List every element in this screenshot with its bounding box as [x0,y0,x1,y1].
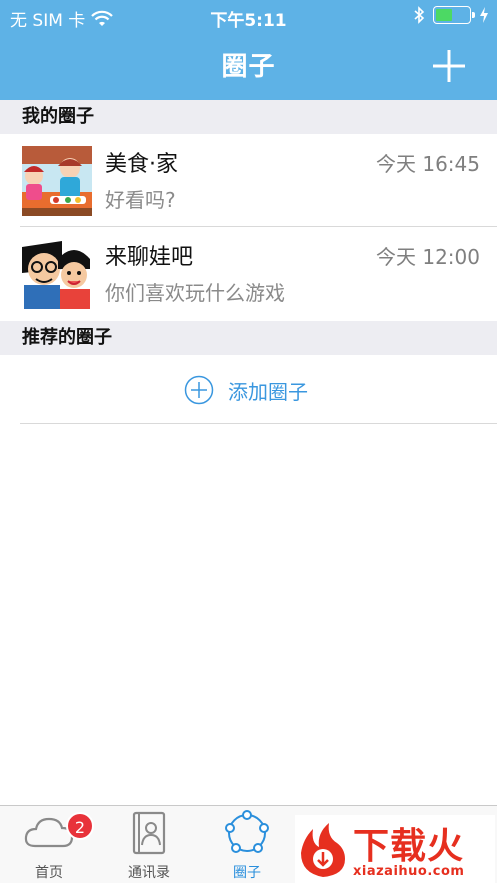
circle-last-message: 好看吗? [105,188,176,212]
circle-avatar [22,239,92,309]
contacts-book-icon [132,811,166,855]
notification-badge: 2 [66,812,94,840]
watermark-subtitle: xiazaihuo.com [353,864,465,879]
tab-label: 通讯录 [128,865,170,881]
add-circle-row[interactable]: 添加圈子 [0,356,497,424]
circle-row-meishi[interactable]: 美食·家 今天 16:45 好看吗? [0,134,497,227]
circle-name: 来聊娃吧 [105,245,194,270]
section-header-my-circles: 我的圈子 [0,100,497,134]
flame-logo-icon [301,823,345,877]
battery-level [436,9,452,21]
watermark: 下载火 xiazaihuo.com [295,815,495,883]
status-bar: 无 SIM 卡 下午5:11 [0,0,497,34]
tab-label: 圈子 [233,865,261,881]
tab-home[interactable]: 2 首页 [4,806,94,883]
watermark-title: 下载火 [353,826,465,867]
circle-time: 今天 16:45 [376,152,480,176]
status-indicators [413,6,489,24]
circle-ring-icon [225,810,269,853]
circle-name: 美食·家 [105,152,178,177]
add-circle-button[interactable] [431,48,467,84]
tab-label: 首页 [35,865,63,881]
navigation-header: 无 SIM 卡 下午5:11 圈子 [0,0,497,100]
section-header-recommended: 推荐的圈子 [0,321,497,355]
charging-icon [480,7,488,23]
row-divider [20,423,497,424]
bluetooth-icon [414,6,425,24]
tab-contacts[interactable]: 通讯录 [104,806,194,883]
circle-last-message: 你们喜欢玩什么游戏 [105,281,285,305]
circle-row-laoliaowa[interactable]: 来聊娃吧 今天 12:00 你们喜欢玩什么游戏 [0,227,497,320]
plus-circle-icon [184,375,214,405]
circle-avatar [22,146,92,216]
circle-time: 今天 12:00 [376,245,480,269]
add-circle-label: 添加圈子 [228,379,308,404]
page-title: 圈子 [221,52,276,82]
battery-icon [433,6,475,24]
add-circle-content: 添加圈子 [184,375,308,405]
tab-circles[interactable]: 圈子 [202,806,292,883]
